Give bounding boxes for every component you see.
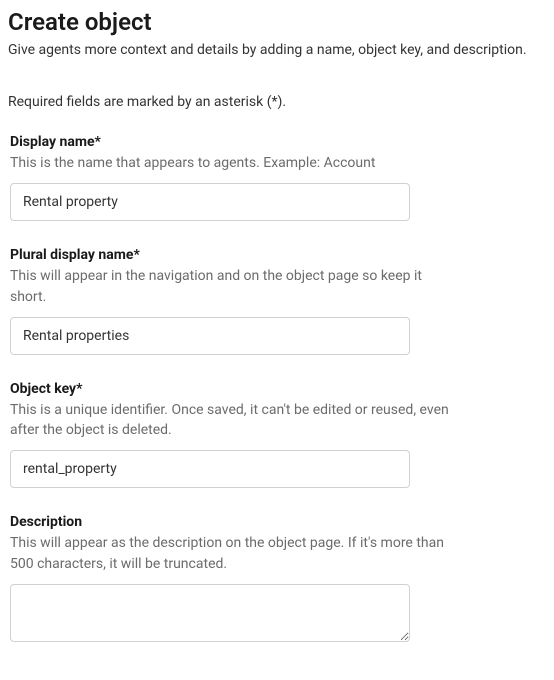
page-title: Create object	[8, 8, 546, 36]
description-label: Description	[10, 514, 546, 530]
description-textarea[interactable]	[10, 584, 410, 642]
description-group: Description This will appear as the desc…	[8, 514, 546, 646]
display-name-input[interactable]	[10, 183, 410, 221]
plural-display-name-group: Plural display name* This will appear in…	[8, 247, 546, 355]
object-key-help: This is a unique identifier. Once saved,…	[10, 400, 450, 441]
display-name-label: Display name*	[10, 134, 546, 150]
plural-display-name-help: This will appear in the navigation and o…	[10, 266, 450, 307]
object-key-group: Object key* This is a unique identifier.…	[8, 381, 546, 489]
plural-display-name-input[interactable]	[10, 317, 410, 355]
object-key-input[interactable]	[10, 450, 410, 488]
display-name-group: Display name* This is the name that appe…	[8, 134, 546, 221]
object-key-label: Object key*	[10, 381, 546, 397]
required-fields-note: Required fields are marked by an asteris…	[8, 94, 546, 110]
plural-display-name-label: Plural display name*	[10, 247, 546, 263]
page-subtitle: Give agents more context and details by …	[8, 42, 546, 58]
display-name-help: This is the name that appears to agents.…	[10, 153, 450, 173]
description-help: This will appear as the description on t…	[10, 533, 450, 574]
